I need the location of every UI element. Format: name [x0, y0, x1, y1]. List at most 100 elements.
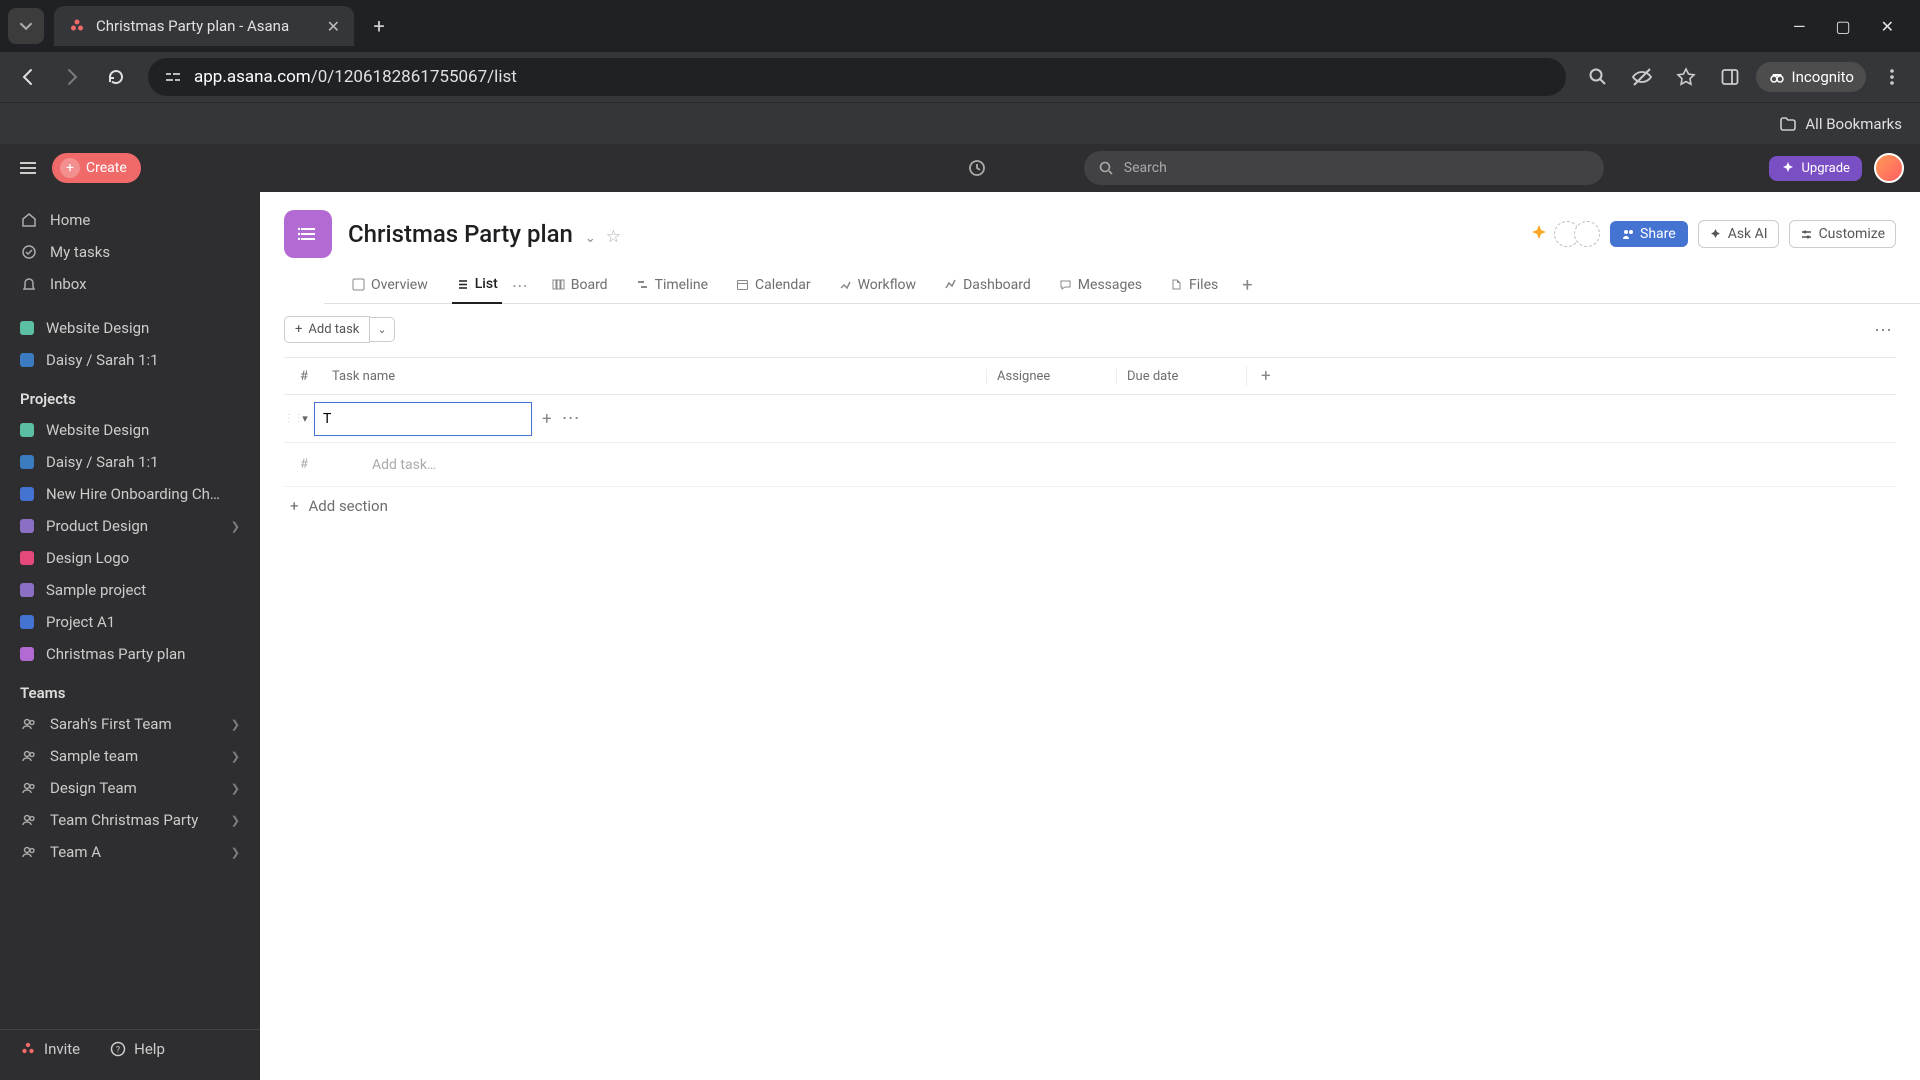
maximize-button[interactable]: ▢: [1835, 17, 1850, 36]
help-icon: ?: [110, 1041, 126, 1057]
back-button[interactable]: [10, 59, 46, 95]
minimize-button[interactable]: —: [1793, 17, 1806, 36]
incognito-indicator[interactable]: Incognito: [1756, 62, 1866, 92]
sidebar-team-christmas[interactable]: Team Christmas Party❯: [0, 804, 260, 836]
ask-ai-button[interactable]: Ask AI: [1698, 220, 1779, 248]
row-hash: #: [284, 457, 326, 472]
people-icon: [20, 747, 38, 765]
bell-icon: [20, 275, 38, 293]
project-color-chip: [20, 423, 34, 437]
add-column-button[interactable]: +: [1246, 366, 1896, 386]
zoom-icon[interactable]: [1580, 59, 1616, 95]
url-display[interactable]: app.asana.com/0/1206182861755067/list: [194, 67, 1550, 87]
section-more-icon[interactable]: ⋯: [562, 408, 580, 429]
asana-logo-icon: [20, 1041, 36, 1057]
board-icon: [552, 278, 565, 291]
member-avatars[interactable]: [1560, 221, 1600, 247]
calendar-icon: [736, 278, 749, 291]
invite-button[interactable]: Invite: [20, 1040, 80, 1058]
col-name-header[interactable]: Task name: [326, 369, 986, 384]
tab-board[interactable]: Board: [548, 269, 612, 303]
share-button[interactable]: Share: [1610, 221, 1688, 247]
star-icon[interactable]: ☆: [606, 227, 621, 247]
section-add-button[interactable]: +: [542, 409, 552, 429]
search-input[interactable]: Search: [1084, 151, 1604, 185]
files-icon: [1170, 278, 1183, 291]
home-icon: [20, 211, 38, 229]
tab-dashboard[interactable]: Dashboard: [940, 269, 1035, 303]
add-tab-button[interactable]: +: [1242, 275, 1252, 296]
forward-button[interactable]: [54, 59, 90, 95]
menu-icon[interactable]: [1874, 59, 1910, 95]
sidebar-project-product-design[interactable]: Product Design❯: [0, 510, 260, 542]
starred-item-daisy-sarah[interactable]: Daisy / Sarah 1:1: [0, 344, 260, 376]
sidebar-project-new-hire[interactable]: New Hire Onboarding Ch…: [0, 478, 260, 510]
sidebar-project-design-logo[interactable]: Design Logo: [0, 542, 260, 574]
sidebar-item-home[interactable]: Home: [0, 204, 260, 236]
more-options-icon[interactable]: ⋯: [1874, 320, 1892, 341]
tab-options-icon[interactable]: ⋯: [512, 276, 528, 295]
tab-workflow[interactable]: Workflow: [835, 269, 921, 303]
browser-tab[interactable]: Christmas Party plan - Asana ✕: [54, 6, 354, 46]
sparkle-icon: [1709, 228, 1722, 241]
sidebar-project-a1[interactable]: Project A1: [0, 606, 260, 638]
search-icon: [1098, 160, 1114, 176]
sidebar-project-christmas-party[interactable]: Christmas Party plan: [0, 638, 260, 670]
section-collapse-icon[interactable]: ▾: [296, 412, 314, 425]
dashboard-icon: [944, 278, 957, 291]
reload-button[interactable]: [98, 59, 134, 95]
task-placeholder-row[interactable]: # Add task…: [284, 443, 1896, 487]
tab-calendar[interactable]: Calendar: [732, 269, 815, 303]
section-name-input[interactable]: [314, 402, 532, 436]
tab-timeline[interactable]: Timeline: [632, 269, 712, 303]
sidebar-team-a[interactable]: Team A❯: [0, 836, 260, 868]
close-window-button[interactable]: ✕: [1881, 17, 1894, 36]
people-icon: [20, 779, 38, 797]
tab-files[interactable]: Files: [1166, 269, 1222, 303]
add-task-button[interactable]: + Add task: [284, 316, 370, 343]
help-button[interactable]: ? Help: [110, 1040, 165, 1058]
workflow-icon: [839, 278, 852, 291]
col-assignee-header[interactable]: Assignee: [986, 369, 1116, 384]
project-color-chip: [20, 583, 34, 597]
customize-button[interactable]: Customize: [1789, 220, 1896, 248]
timeline-icon: [636, 278, 649, 291]
project-color-chip: [20, 615, 34, 629]
project-color-chip: [20, 321, 34, 335]
new-tab-button[interactable]: +: [364, 14, 394, 38]
close-tab-icon[interactable]: ✕: [327, 17, 340, 36]
user-avatar[interactable]: [1874, 153, 1904, 183]
tab-messages[interactable]: Messages: [1055, 269, 1146, 303]
tab-overview[interactable]: Overview: [348, 269, 432, 303]
sidebar-project-sample[interactable]: Sample project: [0, 574, 260, 606]
sidebar-team-sarahs-first[interactable]: Sarah's First Team❯: [0, 708, 260, 740]
chevron-right-icon: ❯: [231, 814, 240, 827]
site-settings-icon[interactable]: [164, 68, 182, 86]
add-task-placeholder: Add task…: [326, 457, 436, 473]
project-dropdown-icon[interactable]: ⌄: [585, 231, 596, 246]
tab-search-dropdown[interactable]: [8, 8, 44, 44]
history-icon[interactable]: [959, 150, 995, 186]
sidebar-project-website-design[interactable]: Website Design: [0, 414, 260, 446]
create-button[interactable]: + Create: [52, 153, 141, 183]
tab-list[interactable]: List: [452, 268, 502, 304]
sidebar-item-inbox[interactable]: Inbox: [0, 268, 260, 300]
eye-off-icon[interactable]: [1624, 59, 1660, 95]
side-panel-icon[interactable]: [1712, 59, 1748, 95]
hamburger-menu-icon[interactable]: [16, 156, 40, 180]
sidebar-item-my-tasks[interactable]: My tasks: [0, 236, 260, 268]
col-due-header[interactable]: Due date: [1116, 369, 1246, 384]
add-section-button[interactable]: + Add section: [284, 487, 1896, 525]
add-task-dropdown[interactable]: ⌄: [370, 317, 394, 342]
bookmark-star-icon[interactable]: [1668, 59, 1704, 95]
ai-sparkle-icon[interactable]: [1528, 223, 1550, 245]
sidebar-team-sample[interactable]: Sample team❯: [0, 740, 260, 772]
sidebar-project-daisy-sarah[interactable]: Daisy / Sarah 1:1: [0, 446, 260, 478]
starred-item-website-design[interactable]: Website Design: [0, 312, 260, 344]
upgrade-button[interactable]: Upgrade: [1769, 156, 1861, 181]
project-color-chip: [20, 455, 34, 469]
overview-icon: [352, 278, 365, 291]
sidebar-team-design[interactable]: Design Team❯: [0, 772, 260, 804]
drag-handle-icon[interactable]: ⋮⋮: [284, 413, 296, 424]
all-bookmarks-button[interactable]: All Bookmarks: [1779, 115, 1902, 133]
